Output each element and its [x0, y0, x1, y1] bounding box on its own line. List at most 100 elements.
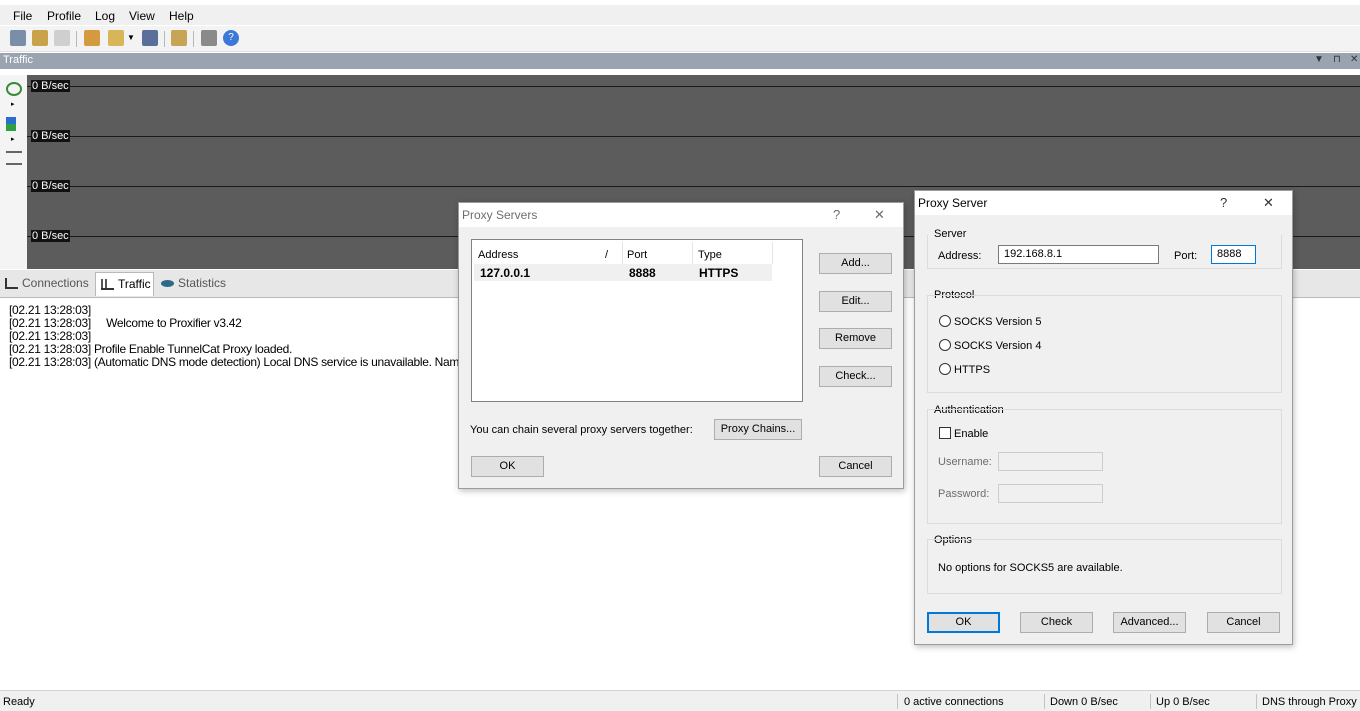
- log-line: [02.21 13:28:03] Welcome to Proxifier v3…: [9, 316, 242, 330]
- toolbar-separator: [164, 31, 165, 47]
- connections-icon: [5, 278, 18, 289]
- help-icon[interactable]: ?: [223, 30, 239, 46]
- proxy-servers-icon[interactable]: [10, 30, 26, 46]
- traffic-pane-title: Traffic: [3, 54, 33, 66]
- cancel-button[interactable]: Cancel: [1207, 612, 1280, 633]
- tab-traffic[interactable]: Traffic: [95, 272, 154, 296]
- close-icon[interactable]: ✕: [1263, 195, 1274, 211]
- check-button[interactable]: Check...: [819, 366, 892, 387]
- menu-profile[interactable]: Profile: [47, 9, 81, 23]
- proxy-server-titlebar: Proxy Server ? ✕: [915, 191, 1292, 215]
- port-input[interactable]: 8888: [1211, 245, 1256, 264]
- traffic-pane-header: Traffic ▼ ⊓ ✕: [0, 53, 1360, 69]
- proxy-servers-titlebar: Proxy Servers ? ✕: [459, 203, 903, 227]
- address-input[interactable]: 192.168.8.1: [998, 245, 1159, 264]
- toolbar-separator: [193, 31, 194, 47]
- status-separator: [1150, 694, 1151, 709]
- status-separator: [1044, 694, 1045, 709]
- radio-https[interactable]: [939, 363, 951, 375]
- remove-button[interactable]: Remove: [819, 328, 892, 349]
- column-separator: [772, 242, 773, 264]
- open-profile-icon[interactable]: [108, 30, 124, 46]
- password-input[interactable]: [998, 484, 1103, 503]
- refresh-icon[interactable]: [6, 82, 22, 96]
- tab-traffic-label: Traffic: [118, 277, 151, 291]
- table-row[interactable]: 127.0.0.1 8888 HTTPS: [474, 264, 772, 281]
- clear-graph-icon[interactable]: [6, 151, 22, 165]
- status-connections: 0 active connections: [904, 696, 1004, 708]
- column-port[interactable]: Port: [627, 249, 647, 261]
- tab-connections[interactable]: Connections: [0, 272, 94, 296]
- add-button[interactable]: Add...: [819, 253, 892, 274]
- ok-button[interactable]: OK: [471, 456, 544, 477]
- help-button[interactable]: ?: [833, 207, 840, 222]
- menu-log[interactable]: Log: [95, 9, 115, 23]
- toolbar: ▼ ?: [0, 26, 1360, 52]
- radio-https-label: HTTPS: [954, 364, 991, 376]
- close-icon[interactable]: ✕: [1350, 54, 1358, 65]
- radio-socks4[interactable]: [939, 339, 951, 351]
- menu-bar: File Profile Log View Help: [0, 5, 1360, 25]
- graph-gridline: [27, 186, 1360, 187]
- row-type: HTTPS: [699, 266, 739, 280]
- menu-view[interactable]: View: [129, 9, 155, 23]
- status-separator: [1256, 694, 1257, 709]
- advanced-button[interactable]: Advanced...: [1113, 612, 1186, 633]
- enable-label: Enable: [954, 428, 989, 440]
- proxy-chains-button[interactable]: Proxy Chains...: [714, 419, 802, 440]
- proxifier-window: File Profile Log View Help ▼ ? Traffic ▼…: [0, 0, 1360, 711]
- expand-arrow-icon[interactable]: ▸: [11, 100, 27, 114]
- graph-rate-label: 0 B/sec: [31, 230, 70, 242]
- radio-socks4-label: SOCKS Version 4: [954, 340, 1042, 352]
- export-icon[interactable]: [171, 30, 187, 46]
- up-down-arrows-icon[interactable]: [6, 117, 16, 131]
- proxy-server-title: Proxy Server: [918, 196, 988, 210]
- graph-gridline: [27, 86, 1360, 87]
- printer-icon[interactable]: [201, 30, 217, 46]
- menu-help[interactable]: Help: [169, 9, 194, 23]
- proxy-server-dialog: Proxy Server ? ✕ Server Address: 192.168…: [914, 190, 1293, 645]
- status-dns: DNS through Proxy: [1262, 696, 1357, 708]
- chevron-down-icon[interactable]: ▼: [127, 30, 135, 46]
- ok-button[interactable]: OK: [927, 612, 1000, 633]
- new-profile-icon[interactable]: [84, 30, 100, 46]
- name-resolution-icon[interactable]: [54, 30, 70, 46]
- menu-file[interactable]: File: [13, 9, 32, 23]
- radio-socks5-label: SOCKS Version 5: [954, 316, 1042, 328]
- graph-rate-label: 0 B/sec: [31, 80, 70, 92]
- column-address[interactable]: Address: [478, 249, 518, 261]
- statistics-icon: [161, 280, 174, 287]
- pane-menu-icon[interactable]: ▼: [1314, 54, 1324, 65]
- save-profile-icon[interactable]: [142, 30, 158, 46]
- cancel-button[interactable]: Cancel: [819, 456, 892, 477]
- tab-connections-label: Connections: [22, 276, 89, 290]
- graph-gridline: [27, 136, 1360, 137]
- status-separator: [897, 694, 898, 709]
- edit-button[interactable]: Edit...: [819, 291, 892, 312]
- graph-rate-label: 0 B/sec: [31, 180, 70, 192]
- check-button[interactable]: Check: [1020, 612, 1093, 633]
- username-input[interactable]: [998, 452, 1103, 471]
- options-text: No options for SOCKS5 are available.: [938, 562, 1123, 574]
- address-label: Address:: [938, 250, 982, 262]
- pin-icon[interactable]: ⊓: [1333, 54, 1341, 65]
- status-down: Down 0 B/sec: [1050, 696, 1118, 708]
- radio-socks5[interactable]: [939, 315, 951, 327]
- proxy-list[interactable]: Address / Port Type 127.0.0.1 8888 HTTPS: [471, 239, 803, 402]
- tab-statistics[interactable]: Statistics: [156, 272, 228, 296]
- toolbar-separator: [76, 31, 77, 47]
- close-icon[interactable]: ✕: [874, 207, 885, 223]
- proxification-rules-icon[interactable]: [32, 30, 48, 46]
- status-ready: Ready: [3, 696, 35, 708]
- proxy-servers-title: Proxy Servers: [462, 208, 538, 222]
- row-port: 8888: [629, 266, 656, 280]
- log-line: [02.21 13:28:03]: [9, 329, 91, 343]
- proxy-servers-dialog: Proxy Servers ? ✕ Address / Port Type 12…: [458, 202, 904, 489]
- column-type[interactable]: Type: [698, 249, 722, 261]
- enable-checkbox[interactable]: [939, 427, 951, 439]
- status-bar: Ready 0 active connections Down 0 B/sec …: [0, 690, 1360, 711]
- expand-arrow-icon[interactable]: ▸: [11, 135, 27, 149]
- username-label: Username:: [938, 456, 992, 468]
- password-label: Password:: [938, 488, 990, 500]
- help-button[interactable]: ?: [1220, 195, 1227, 210]
